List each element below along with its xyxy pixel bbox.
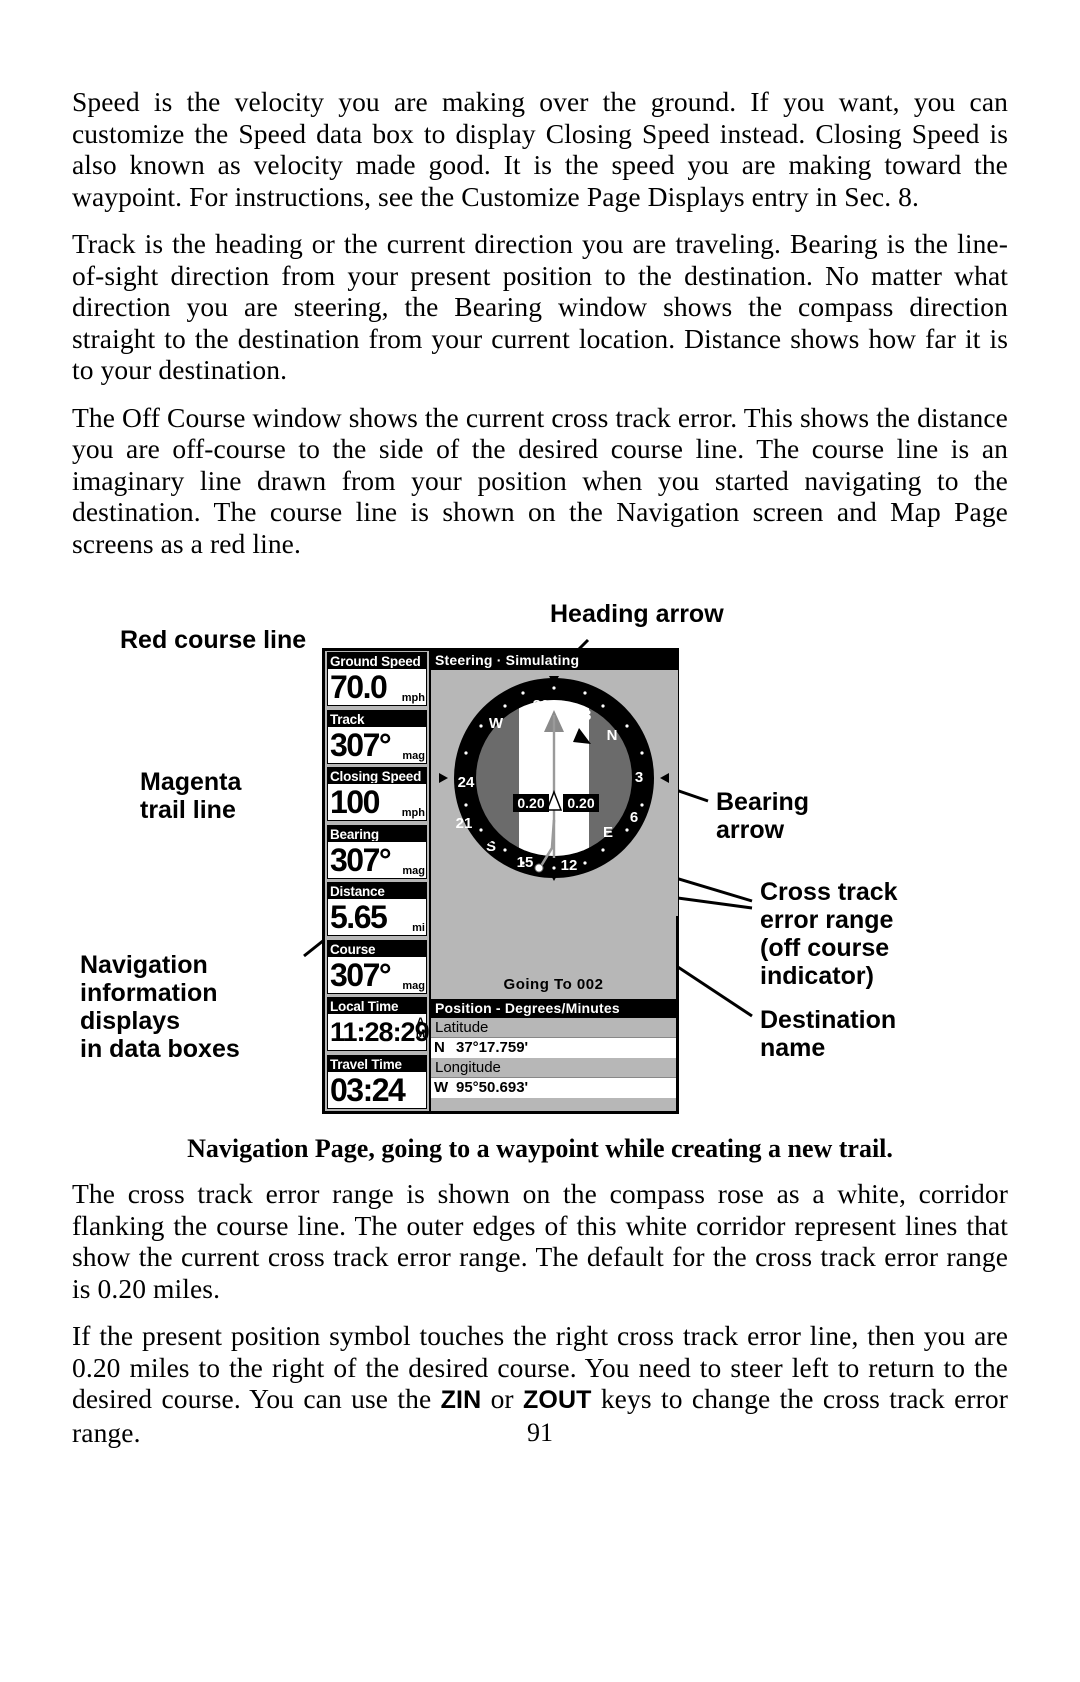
- compass-label-12: 12: [561, 857, 578, 874]
- data-box-ground-speed[interactable]: Ground Speed 70.0 mph: [325, 651, 429, 709]
- annotation-magenta-trail: Magenta trail line: [140, 768, 242, 824]
- data-box-unit: mph: [401, 807, 425, 819]
- longitude-coordinate: 95°50.693': [456, 1079, 529, 1096]
- body-text-top: Speed is the velocity you are making ove…: [72, 86, 1008, 575]
- paragraph-offcourse: The Off Course window shows the current …: [72, 401, 1008, 559]
- position-panel-title: Position - Degrees/Minutes: [431, 999, 676, 1018]
- data-box-value: 307°: [330, 956, 392, 993]
- data-box-value: 100: [330, 784, 380, 820]
- figure-navigation-page: Heading arrow Red course line Magenta tr…: [72, 596, 1008, 1126]
- page-number: 91: [527, 1418, 553, 1447]
- data-box-title: Closing Speed: [327, 767, 427, 784]
- data-box-track[interactable]: Track 307° mag: [325, 709, 429, 767]
- data-box-value: 11:28:29: [330, 1017, 430, 1047]
- latitude-coordinate: 37°17.759': [456, 1039, 529, 1056]
- annotation-red-course-line: Red course line: [120, 626, 307, 654]
- steering-title: Steering · Simulating: [431, 651, 676, 670]
- compass-label-21: 21: [456, 815, 473, 832]
- compass-label-33: 33: [575, 707, 592, 724]
- data-box-title: Ground Speed: [327, 652, 427, 669]
- data-box-local-time[interactable]: Local Time 11:28:29 AM: [325, 996, 430, 1054]
- data-box-bearing[interactable]: Bearing 307° mag: [325, 824, 429, 882]
- compass-label-30: 30: [533, 697, 550, 714]
- data-box-title: Travel Time: [327, 1054, 427, 1072]
- data-box-unit: mag: [402, 979, 425, 992]
- xte-right-label: 0.20: [567, 795, 594, 811]
- data-box-title: Bearing: [327, 824, 427, 842]
- compass-cardinal-e: E: [603, 824, 613, 841]
- data-box-value: 03:24: [330, 1071, 406, 1108]
- data-box-closing-speed[interactable]: Closing Speed 100 mph: [325, 766, 429, 824]
- position-panel-pad: [431, 1098, 676, 1111]
- compass-rose-area[interactable]: 30 33 24 21 15 12 3 6 N E S W 0.20 0.20 …: [431, 670, 678, 999]
- data-box-value: 307°: [330, 726, 392, 763]
- data-box-unit: mag: [402, 749, 425, 762]
- data-box-title: Track: [327, 709, 427, 727]
- paragraph-track: Track is the heading or the current dire…: [72, 228, 1008, 385]
- latitude-value: N 37°17.759': [431, 1037, 676, 1058]
- data-box-unit: mag: [402, 864, 425, 877]
- annotation-bearing-arrow: Bearing arrow: [716, 788, 810, 844]
- longitude-value: W 95°50.693': [431, 1077, 676, 1098]
- annotation-cross-track-error: Cross track error range (off course indi…: [760, 878, 898, 990]
- key-zout: ZOUT: [523, 1386, 592, 1414]
- data-box-unit: mph: [401, 692, 425, 704]
- compass-label-3: 3: [635, 769, 643, 786]
- data-box-title: Distance: [327, 882, 427, 899]
- data-box-value: 70.0: [330, 669, 388, 705]
- position-panel: Position - Degrees/Minutes Latitude N 37°…: [431, 999, 676, 1111]
- data-box-value: 5.65: [330, 899, 388, 935]
- final-mid: or: [481, 1383, 524, 1414]
- annotation-navigation-info: Navigation information displays in data …: [80, 951, 240, 1063]
- annotation-heading-arrow: Heading arrow: [550, 600, 724, 628]
- data-box-distance[interactable]: Distance 5.65 mi: [325, 881, 429, 939]
- going-to-label: Going To 002: [503, 976, 604, 993]
- compass-cardinal-n: N: [607, 727, 618, 744]
- compass-label-6: 6: [630, 809, 638, 826]
- figure-caption: Navigation Page, going to a waypoint whi…: [187, 1134, 893, 1163]
- latitude-hemisphere: N: [434, 1039, 445, 1056]
- compass-label-24: 24: [458, 774, 475, 791]
- data-boxes-column: Ground Speed 70.0 mph Track 307° mag Clo…: [325, 651, 431, 1111]
- manual-page: Speed is the velocity you are making ove…: [72, 0, 1008, 1682]
- annotation-destination-name: Destination name: [760, 1006, 897, 1062]
- data-box-value: 307°: [330, 841, 392, 878]
- data-box-title: Local Time: [327, 997, 427, 1014]
- longitude-label: Longitude: [431, 1058, 676, 1077]
- compass-rose: 30 33 24 21 15 12 3 6 N E S W 0.20 0.20: [431, 670, 678, 916]
- longitude-hemisphere: W: [434, 1079, 449, 1096]
- paragraph-speed: Speed is the velocity you are making ove…: [72, 86, 1008, 212]
- compass-label-15: 15: [517, 854, 534, 871]
- body-text-bottom: Navigation Page, going to a waypoint whi…: [72, 1126, 1008, 1464]
- steering-panel: Steering · Simulating 30 33 24 21 15 12 …: [431, 651, 678, 1111]
- data-box-course[interactable]: Course 307° mag: [325, 939, 429, 997]
- key-zin: ZIN: [440, 1386, 482, 1414]
- latitude-label: Latitude: [431, 1018, 676, 1037]
- data-box-travel-time[interactable]: Travel Time 03:24: [325, 1054, 429, 1112]
- gps-navigation-screen[interactable]: Ground Speed 70.0 mph Track 307° mag Clo…: [322, 648, 679, 1114]
- data-box-unit: AM: [415, 1016, 425, 1040]
- data-box-title: Course: [327, 939, 427, 957]
- data-box-unit: mi: [412, 922, 425, 934]
- paragraph-xte-range: The cross track error range is shown on …: [72, 1178, 1008, 1304]
- xte-left-label: 0.20: [517, 795, 544, 811]
